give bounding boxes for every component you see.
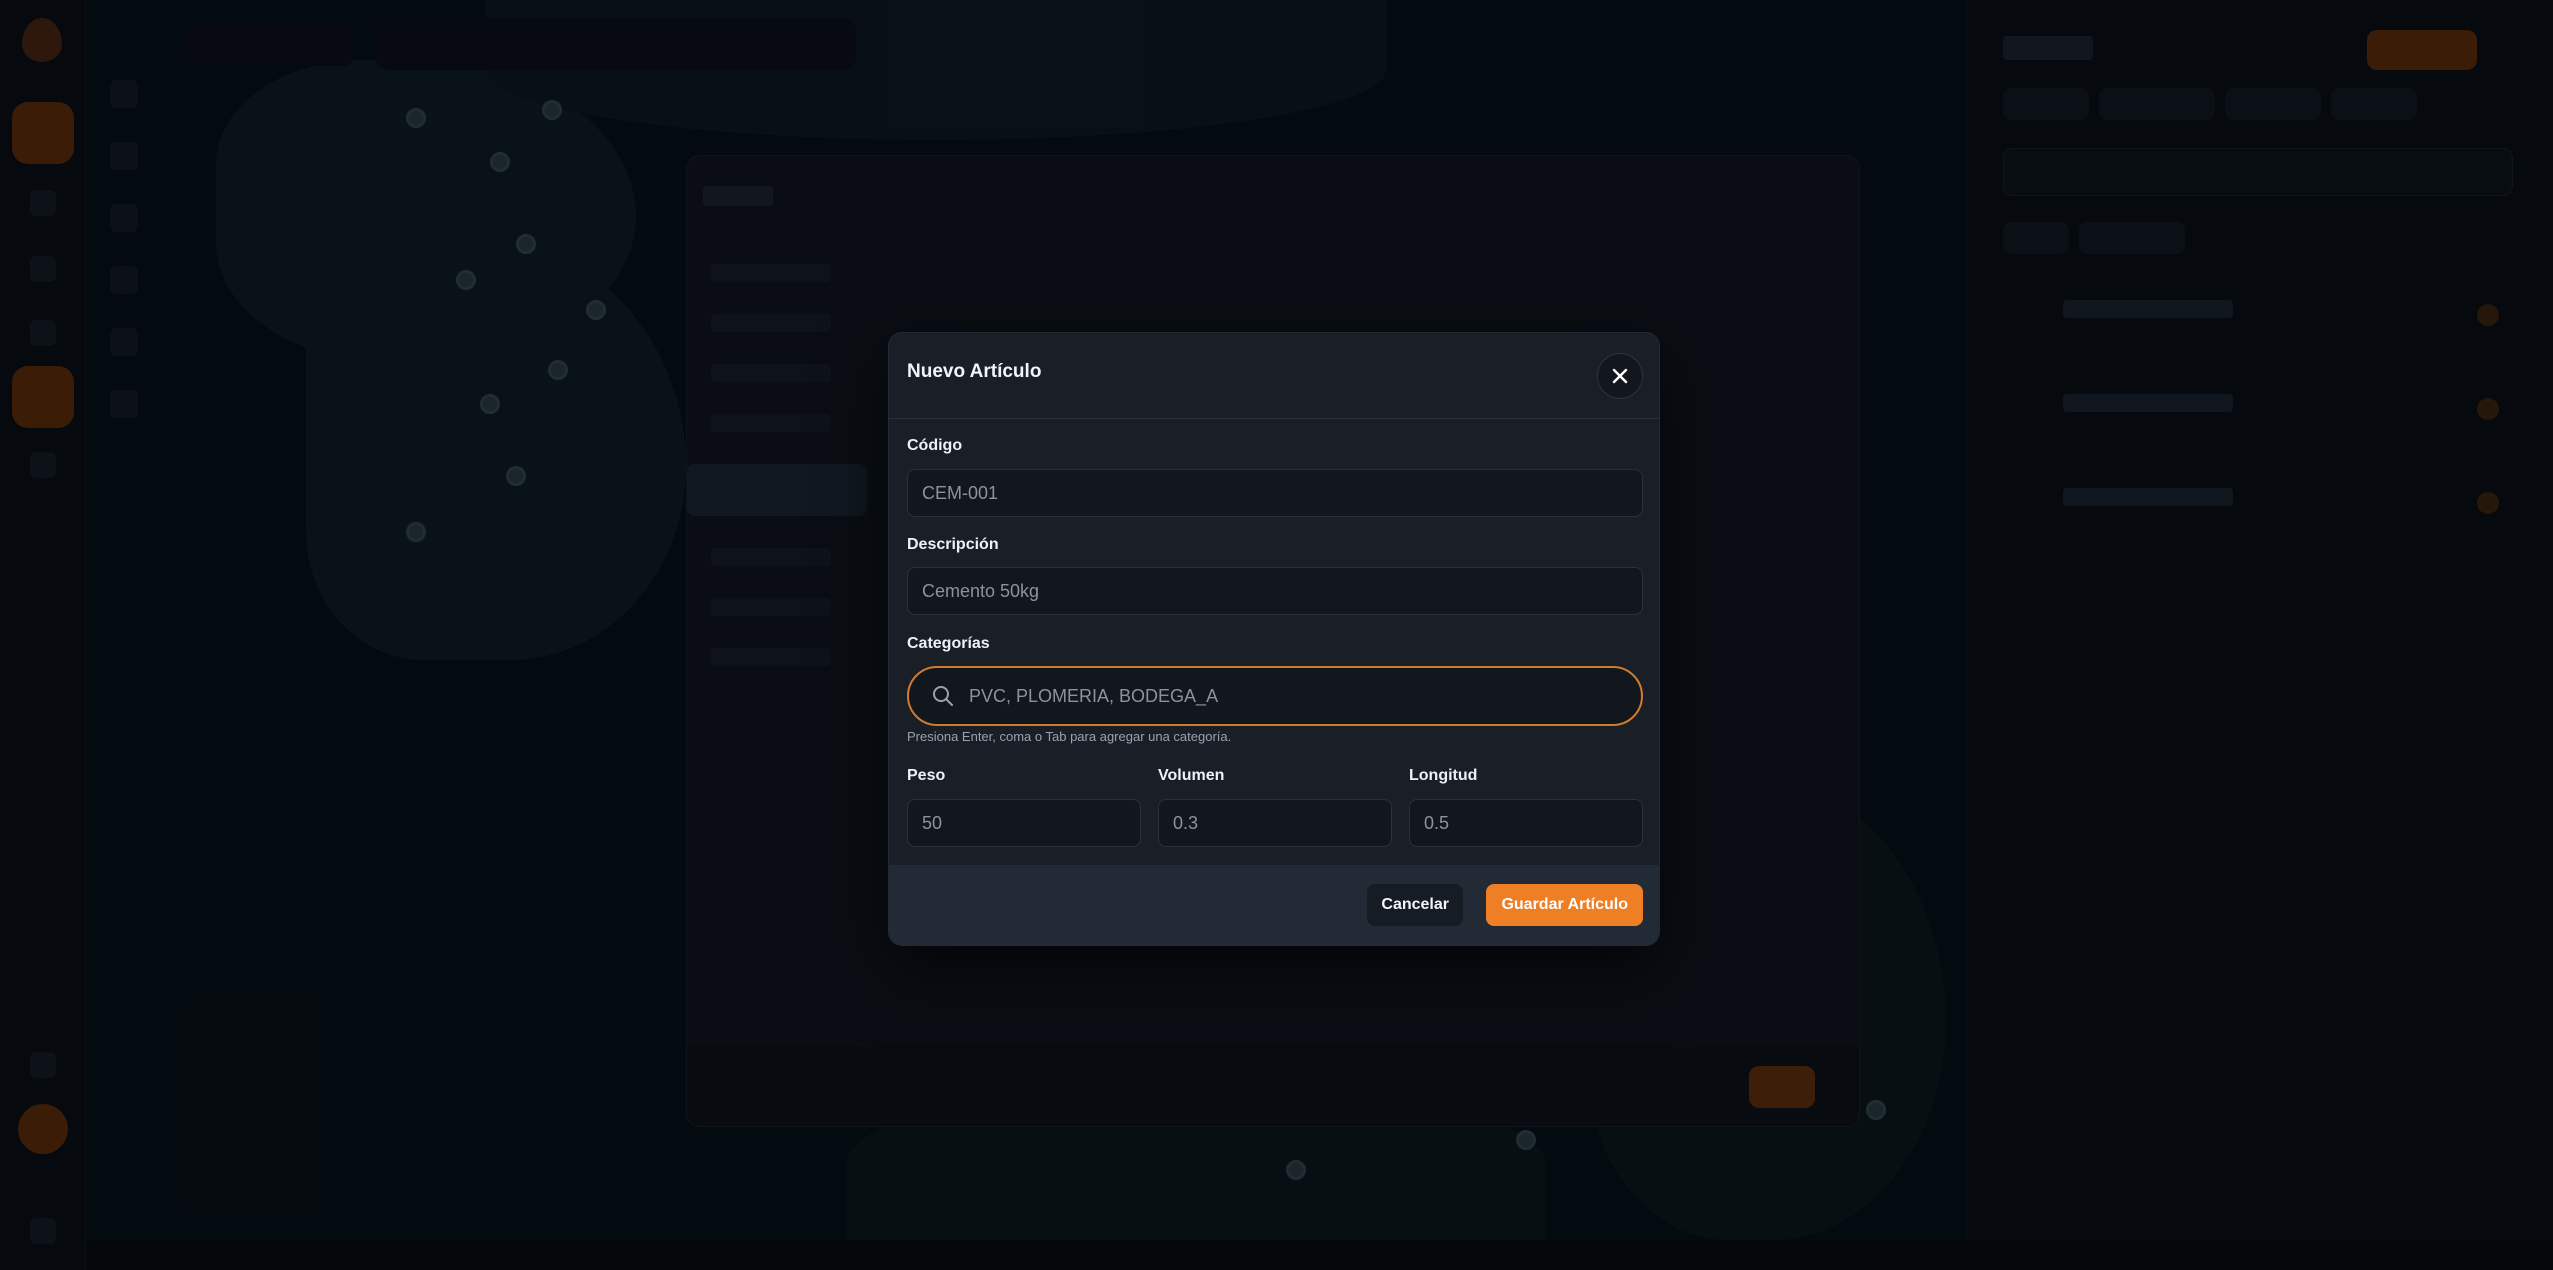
peso-label: Peso [907, 767, 946, 784]
search-icon [931, 684, 955, 708]
longitud-value: 0.5 [1424, 812, 1450, 833]
peso-value: 50 [922, 812, 943, 833]
categorias-hint: Presiona Enter, coma o Tab para agregar … [907, 729, 1232, 744]
descripcion-input[interactable]: Cemento 50kg [907, 567, 1643, 615]
codigo-input[interactable]: CEM-001 [907, 469, 1643, 517]
descripcion-label: Descripción [907, 536, 999, 553]
descripcion-value: Cemento 50kg [922, 580, 1040, 601]
categorias-label: Categorías [907, 635, 990, 652]
dialog-header: Nuevo Artículo [889, 333, 1659, 419]
peso-input[interactable]: 50 [907, 799, 1141, 847]
close-button[interactable] [1597, 353, 1643, 399]
new-article-dialog: Nuevo Artículo Código CEM-001 Descripció… [888, 332, 1660, 946]
categorias-value: PVC, PLOMERIA, BODEGA_A [969, 685, 1219, 706]
categorias-input[interactable]: PVC, PLOMERIA, BODEGA_A [907, 666, 1643, 726]
codigo-value: CEM-001 [922, 482, 999, 503]
save-article-button[interactable]: Guardar Artículo [1486, 884, 1643, 926]
longitud-label: Longitud [1409, 767, 1478, 784]
longitud-input[interactable]: 0.5 [1409, 799, 1643, 847]
cancel-button[interactable]: Cancelar [1367, 884, 1463, 926]
dialog-footer: Cancelar Guardar Artículo [889, 865, 1659, 945]
volumen-label: Volumen [1158, 767, 1225, 784]
dialog-title: Nuevo Artículo [907, 361, 1042, 382]
volumen-value: 0.3 [1173, 812, 1199, 833]
close-icon [1611, 367, 1629, 385]
codigo-label: Código [907, 437, 963, 454]
volumen-input[interactable]: 0.3 [1158, 799, 1392, 847]
